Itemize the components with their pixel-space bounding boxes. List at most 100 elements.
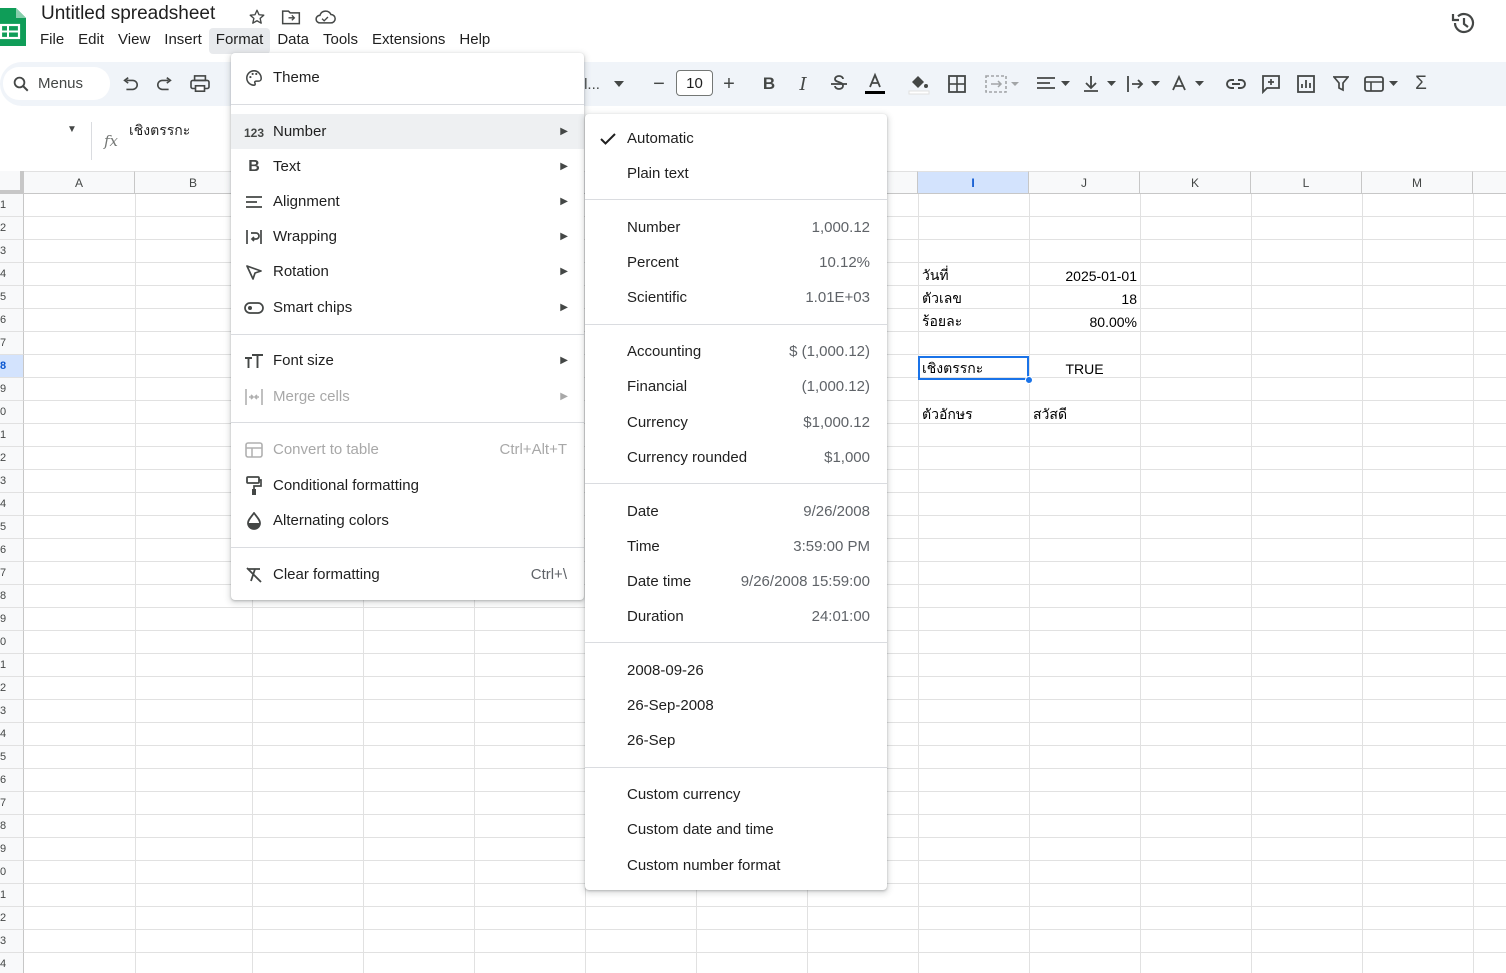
row-header[interactable]: 0 [0, 861, 24, 884]
name-box-caret-icon[interactable]: ▼ [67, 124, 77, 135]
column-header-m[interactable]: M [1362, 171, 1473, 194]
menu-extensions[interactable]: Extensions [365, 28, 452, 54]
menu-format[interactable]: Format [208, 28, 271, 54]
row-header[interactable]: 1 [0, 194, 24, 217]
decrease-font-size-button[interactable]: − [648, 71, 670, 97]
merge-cells-toolbar-icon[interactable] [983, 71, 1021, 97]
row-header[interactable]: 8 [0, 815, 24, 838]
font-family-caret-icon[interactable] [612, 71, 626, 97]
number-format-option[interactable]: Plain text [585, 156, 887, 191]
row-header[interactable]: 3 [0, 470, 24, 493]
format-menu-font-size[interactable]: Font size ▶ [231, 343, 584, 378]
number-format-option[interactable]: 26-Sep [585, 723, 887, 758]
number-format-option[interactable]: Duration 24:01:00 [585, 599, 887, 634]
row-header[interactable]: 8 [0, 355, 24, 378]
move-folder-icon[interactable] [280, 6, 302, 28]
number-format-option[interactable]: Accounting $ (1,000.12) [585, 334, 887, 369]
row-header[interactable]: 6 [0, 539, 24, 562]
column-header-j[interactable]: J [1029, 171, 1140, 194]
horizontal-align-icon[interactable] [1036, 71, 1072, 97]
number-format-option[interactable]: Currency rounded $1,000 [585, 440, 887, 475]
cell-i4[interactable]: วันที่ [918, 264, 1029, 287]
row-header[interactable]: 6 [0, 309, 24, 332]
table-view-icon[interactable] [1362, 71, 1400, 97]
cell-j6[interactable]: 80.00% [1029, 310, 1140, 333]
format-menu-rotation[interactable]: Rotation ▶ [231, 254, 584, 289]
row-header[interactable]: 4 [0, 263, 24, 286]
version-history-icon[interactable] [1450, 9, 1478, 37]
cell-j5[interactable]: 18 [1029, 287, 1140, 310]
undo-icon[interactable] [118, 71, 142, 97]
format-menu-alignment[interactable]: Alignment ▶ [231, 184, 584, 219]
row-header[interactable]: 8 [0, 585, 24, 608]
row-header[interactable]: 5 [0, 746, 24, 769]
number-format-option[interactable]: Scientific 1.01E+03 [585, 280, 887, 315]
number-format-option[interactable]: Date time 9/26/2008 15:59:00 [585, 564, 887, 599]
insert-chart-icon[interactable] [1294, 71, 1318, 97]
text-rotation-icon[interactable] [1170, 71, 1206, 97]
row-header[interactable]: 7 [0, 562, 24, 585]
row-header[interactable]: 2 [0, 907, 24, 930]
row-header[interactable]: 2 [0, 447, 24, 470]
fill-handle[interactable] [1025, 376, 1033, 384]
increase-font-size-button[interactable]: + [718, 71, 740, 97]
row-header[interactable]: 7 [0, 332, 24, 355]
insert-link-icon[interactable] [1224, 71, 1248, 97]
select-all-corner[interactable] [0, 171, 24, 194]
functions-sigma-icon[interactable]: Σ [1410, 71, 1432, 97]
cloud-saved-icon[interactable] [314, 6, 336, 28]
number-format-option[interactable]: Date 9/26/2008 [585, 494, 887, 529]
format-menu-theme[interactable]: Theme [231, 60, 584, 95]
row-header[interactable]: 9 [0, 608, 24, 631]
row-header[interactable]: 4 [0, 953, 24, 973]
strikethrough-icon[interactable] [827, 71, 851, 97]
column-header-i[interactable]: I [918, 171, 1029, 194]
number-format-option[interactable]: Number 1,000.12 [585, 210, 887, 245]
row-header[interactable]: 0 [0, 631, 24, 654]
row-header[interactable]: 4 [0, 723, 24, 746]
column-header-n[interactable] [1473, 171, 1506, 194]
number-format-option[interactable]: Custom number format [585, 848, 887, 883]
number-format-option[interactable]: Currency $1,000.12 [585, 405, 887, 440]
star-icon[interactable] [246, 6, 268, 28]
print-icon[interactable] [188, 71, 212, 97]
row-header[interactable]: 5 [0, 516, 24, 539]
cell-j4[interactable]: 2025-01-01 [1029, 264, 1140, 287]
insert-comment-icon[interactable] [1259, 71, 1283, 97]
cell-j8[interactable]: TRUE [1029, 357, 1140, 380]
fill-color-icon[interactable] [906, 71, 932, 97]
row-header[interactable]: 0 [0, 401, 24, 424]
font-family-dropdown[interactable]: l... [584, 71, 600, 97]
vertical-align-icon[interactable] [1082, 71, 1118, 97]
format-menu-clear-formatting[interactable]: Clear formatting Ctrl+\ [231, 557, 584, 592]
menu-tools[interactable]: Tools [316, 28, 365, 54]
menu-file[interactable]: File [33, 28, 71, 54]
number-format-option[interactable]: 26-Sep-2008 [585, 688, 887, 723]
row-header[interactable]: 1 [0, 424, 24, 447]
number-format-option[interactable]: Custom currency [585, 777, 887, 812]
text-wrapping-icon[interactable] [1126, 71, 1162, 97]
number-format-option[interactable]: Percent 10.12% [585, 245, 887, 280]
cell-i6[interactable]: ร้อยละ [918, 310, 1029, 333]
row-header[interactable]: 9 [0, 378, 24, 401]
format-menu-smart-chips[interactable]: Smart chips ▶ [231, 290, 584, 325]
filter-icon[interactable] [1330, 71, 1352, 97]
number-format-option[interactable]: Financial (1,000.12) [585, 369, 887, 404]
row-header[interactable]: 2 [0, 217, 24, 240]
format-menu-alternating-colors[interactable]: Alternating colors [231, 503, 584, 538]
format-menu-convert-to-table[interactable]: Convert to table Ctrl+Alt+T [231, 432, 584, 467]
formula-input[interactable]: เชิงตรรกะ [129, 120, 190, 142]
menu-data[interactable]: Data [270, 28, 316, 54]
column-header-k[interactable]: K [1140, 171, 1251, 194]
row-header[interactable]: 6 [0, 769, 24, 792]
number-format-option[interactable]: 2008-09-26 [585, 653, 887, 688]
format-menu-conditional-formatting[interactable]: Conditional formatting [231, 468, 584, 503]
row-header[interactable]: 7 [0, 792, 24, 815]
redo-icon[interactable] [153, 71, 177, 97]
row-header[interactable]: 1 [0, 884, 24, 907]
row-header[interactable]: 3 [0, 700, 24, 723]
cell-j10[interactable]: สวัสดี [1029, 403, 1140, 426]
borders-icon[interactable] [945, 71, 969, 97]
number-format-option[interactable]: Time 3:59:00 PM [585, 529, 887, 564]
document-title[interactable]: Untitled spreadsheet [41, 3, 215, 25]
